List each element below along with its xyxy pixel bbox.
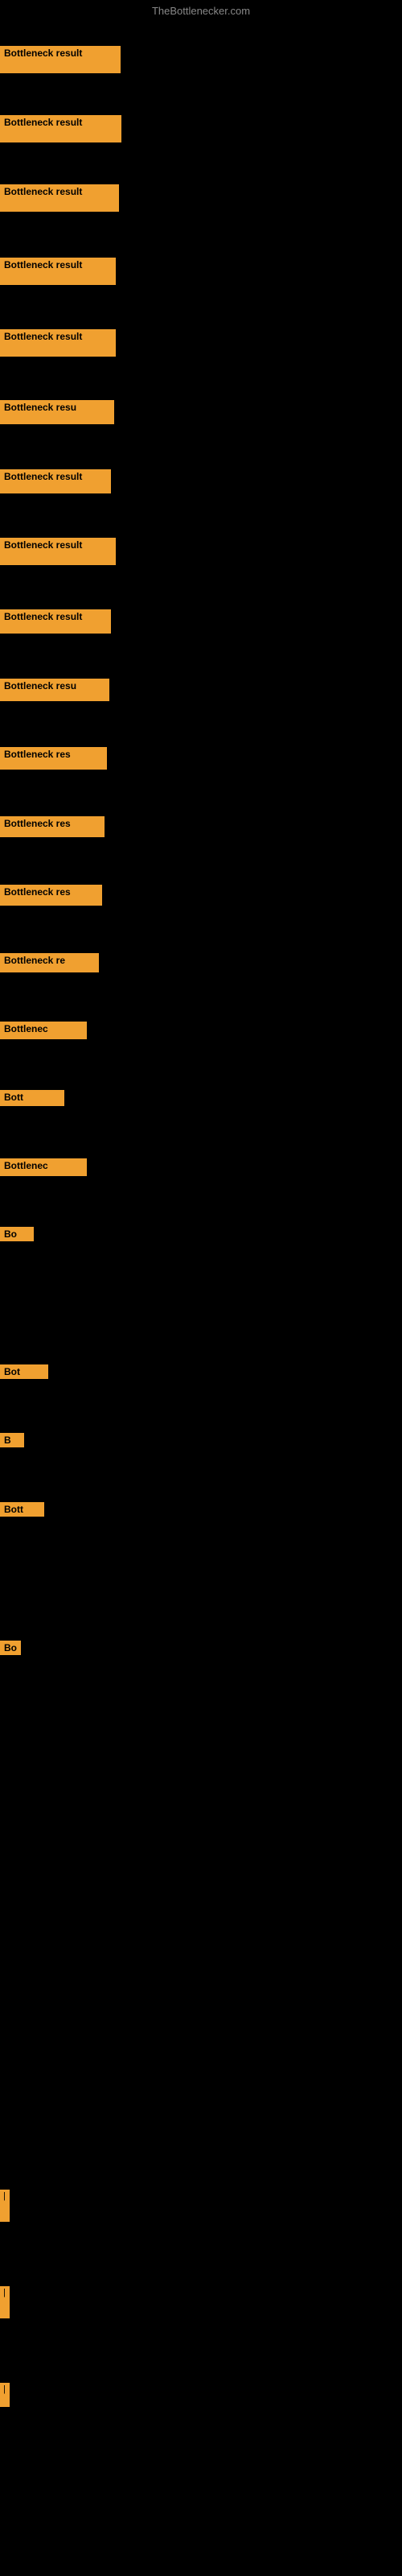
site-title: TheBottlenecker.com: [0, 5, 402, 17]
bar-item-25: |: [0, 2383, 10, 2407]
bottleneck-badge-18: Bo: [0, 1227, 34, 1241]
bottleneck-badge-22: Bo: [0, 1641, 21, 1655]
bottleneck-badge-19: Bot: [0, 1364, 48, 1379]
bar-item-23: |: [0, 2190, 10, 2222]
bottleneck-badge-8: Bottleneck result: [0, 538, 116, 565]
bottleneck-badge-9: Bottleneck result: [0, 609, 111, 634]
bottleneck-badge-10: Bottleneck resu: [0, 679, 109, 701]
bottleneck-badge-2: Bottleneck result: [0, 115, 121, 142]
bottleneck-badge-4: Bottleneck result: [0, 258, 116, 285]
bar-item-24: |: [0, 2286, 10, 2318]
bottleneck-badge-5: Bottleneck result: [0, 329, 116, 357]
bottleneck-badge-15: Bottlenec: [0, 1022, 87, 1039]
bottleneck-badge-21: Bott: [0, 1502, 44, 1517]
bottleneck-badge-3: Bottleneck result: [0, 184, 119, 212]
bottleneck-badge-1: Bottleneck result: [0, 46, 121, 73]
bottleneck-badge-13: Bottleneck res: [0, 885, 102, 906]
bottleneck-badge-7: Bottleneck result: [0, 469, 111, 493]
bottleneck-badge-20: B: [0, 1433, 24, 1447]
bottleneck-badge-14: Bottleneck re: [0, 953, 99, 972]
bottleneck-badge-16: Bott: [0, 1090, 64, 1106]
bottleneck-badge-12: Bottleneck res: [0, 816, 105, 837]
bottleneck-badge-11: Bottleneck res: [0, 747, 107, 770]
bottleneck-badge-17: Bottlenec: [0, 1158, 87, 1176]
bottleneck-badge-6: Bottleneck resu: [0, 400, 114, 424]
